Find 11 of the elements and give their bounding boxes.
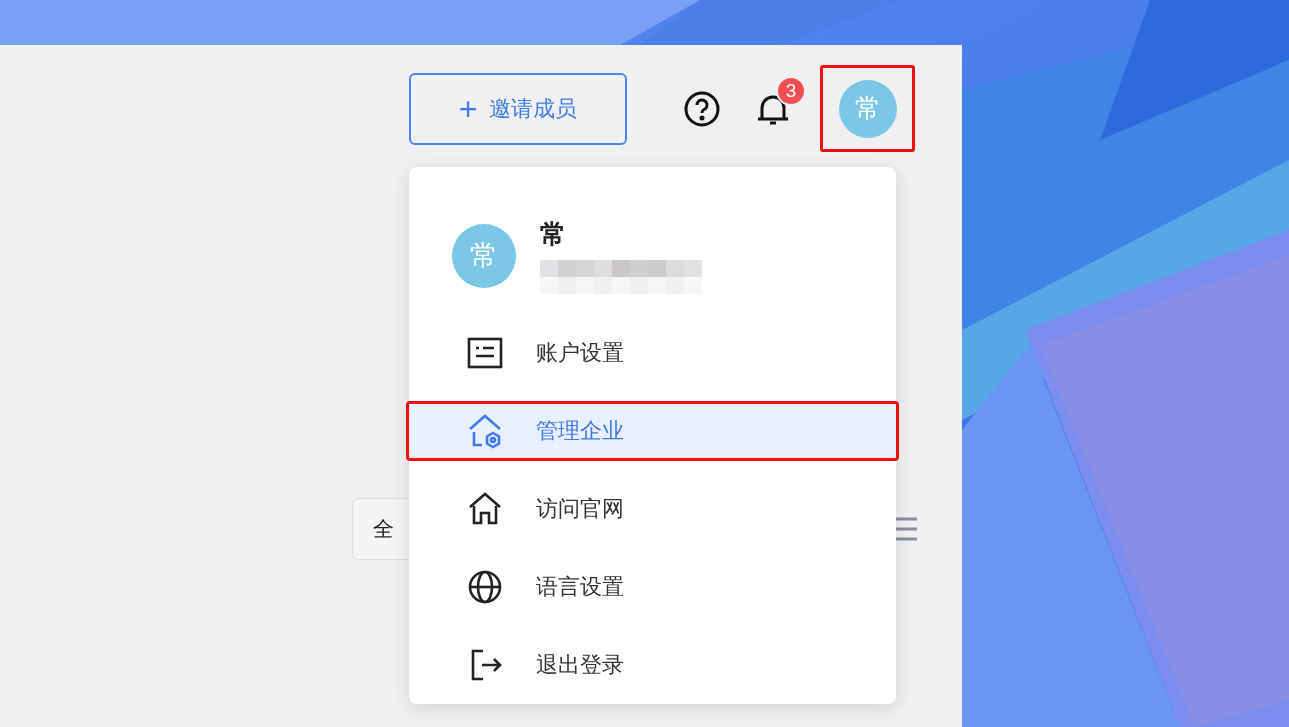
globe-icon bbox=[466, 568, 504, 606]
user-name: 常 bbox=[540, 218, 567, 251]
menu-item[interactable]: 退出登录 bbox=[409, 626, 896, 704]
menu-item[interactable]: 管理企业 bbox=[406, 401, 899, 461]
help-icon[interactable] bbox=[683, 89, 721, 128]
notification-badge: 3 bbox=[776, 75, 806, 106]
user-avatar: 常 bbox=[452, 223, 516, 288]
menu-item[interactable]: 语言设置 bbox=[409, 548, 896, 626]
menu-item[interactable]: 访问官网 bbox=[409, 470, 896, 548]
menu-item[interactable]: 账户设置 bbox=[409, 314, 896, 392]
invite-button[interactable]: + 邀请成员 bbox=[409, 72, 627, 145]
